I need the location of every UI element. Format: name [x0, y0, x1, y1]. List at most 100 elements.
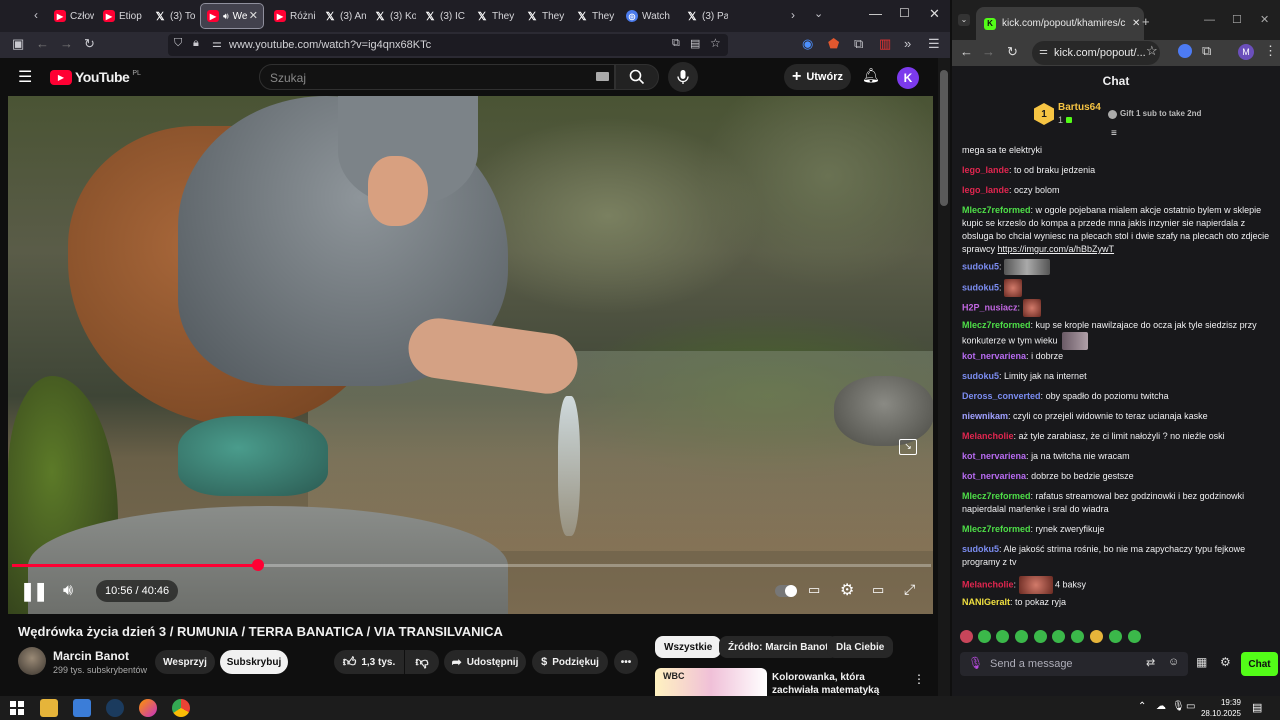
chrome-bookmark-icon[interactable]: ☆ [1146, 43, 1158, 59]
file-explorer-icon[interactable] [40, 699, 58, 717]
quick-emote-icon[interactable] [1034, 630, 1047, 643]
chat-username[interactable]: sudoku5 [962, 282, 999, 292]
create-button[interactable]: + Utwórz [784, 64, 851, 90]
bookmark-icon[interactable]: ☆ [710, 36, 721, 50]
quick-emote-icon[interactable] [978, 630, 991, 643]
tab-scroll-left-icon[interactable]: ‹ [34, 8, 38, 22]
quick-emote-icon[interactable] [1071, 630, 1084, 643]
scrollbar-thumb[interactable] [940, 70, 948, 206]
video-progress-bar[interactable] [12, 559, 931, 571]
account-avatar[interactable]: K [897, 67, 919, 89]
chrome-menu-icon[interactable]: ⋮ [1264, 43, 1277, 59]
chat-username[interactable]: NANIGeralt [962, 597, 1010, 607]
support-button[interactable]: Wesprzyj [155, 650, 215, 674]
chrome-extension-icon[interactable] [1178, 44, 1192, 58]
cloud-icon[interactable]: ☁ [1156, 701, 1166, 712]
extensions-icon[interactable]: ⧉ [854, 36, 863, 52]
chat-username[interactable]: Mlecz7reformed [962, 524, 1031, 534]
permissions-icon[interactable]: ⚌ [212, 37, 222, 50]
translate-icon[interactable]: ⇄ [1146, 656, 1155, 669]
chat-username[interactable]: H2P_nusiacz [962, 302, 1018, 312]
chat-username[interactable]: lego_lande [962, 165, 1009, 175]
more-actions-button[interactable]: ••• [614, 650, 638, 674]
dislike-button[interactable]: 👎︎ [405, 650, 439, 674]
search-input[interactable]: Szukaj [259, 64, 615, 90]
like-button[interactable]: 👍︎ 1,3 tys. [334, 650, 404, 674]
steam-icon[interactable] [106, 699, 124, 717]
channel-avatar[interactable] [18, 647, 46, 675]
kebab-menu-icon[interactable]: ⋮ [913, 672, 925, 686]
settings-gear-icon[interactable]: ⚙ [840, 580, 854, 600]
quick-emote-icon[interactable] [1128, 630, 1141, 643]
chrome-profile-icon[interactable]: M [1238, 44, 1254, 60]
back-icon[interactable]: ← [36, 36, 49, 51]
chat-username[interactable]: niewnikam [962, 411, 1008, 421]
chrome-minimize-icon[interactable]: — [1204, 14, 1215, 26]
tab-scroll-right-icon[interactable]: › [791, 8, 795, 22]
subscribe-button[interactable]: Subskrybuj [220, 650, 288, 674]
quick-emote-icon[interactable] [1015, 630, 1028, 643]
reload-icon[interactable]: ↻ [84, 36, 95, 52]
extension-icon[interactable]: ◉ [802, 36, 813, 52]
pip-icon[interactable]: ⧉ [672, 37, 680, 50]
browser-tab[interactable]: 𝕏 They [470, 4, 518, 28]
close-window-icon[interactable]: ✕ [929, 6, 940, 22]
browser-tab[interactable]: ◎ Watch [620, 4, 678, 28]
recommended-video-title[interactable]: Kolorowanka, która zachwiała matematyką [772, 671, 902, 696]
close-tab-icon[interactable]: ✕ [249, 9, 258, 22]
fullscreen-icon[interactable]: ⤢ [904, 581, 915, 598]
chat-username[interactable]: kot_nervariena [962, 471, 1026, 481]
theater-mode-icon[interactable]: ▭ [872, 582, 884, 598]
keyboard-icon[interactable] [596, 72, 609, 81]
minimize-icon[interactable]: — [869, 6, 882, 21]
close-tab-icon[interactable]: ✕ [1132, 18, 1140, 29]
site-info-icon[interactable]: ⚌ [1039, 46, 1048, 57]
chat-message-list[interactable]: mega sa te elektryki lego_lande: to od br… [952, 136, 1280, 622]
chrome-tab-kick[interactable]: K kick.com/popout/khamires/cha ✕ [976, 7, 1144, 40]
quick-emote-icon[interactable] [960, 630, 973, 643]
pause-icon[interactable]: ❚❚ [20, 581, 48, 602]
browser-tab[interactable]: 𝕏 (3) IC [418, 4, 466, 28]
sidebar-icon[interactable]: ▣ [12, 36, 24, 52]
chat-username[interactable]: Mlecz7reformed [962, 205, 1031, 215]
chat-username[interactable]: kot_nervariena [962, 451, 1026, 461]
chip-source[interactable]: Źródło: Marcin Banot [719, 636, 838, 658]
addon-icon[interactable]: ▥ [879, 36, 891, 52]
chat-username[interactable]: Melancholie [962, 431, 1014, 441]
all-tabs-icon[interactable]: ⌄ [814, 7, 823, 20]
search-button[interactable] [615, 64, 659, 90]
share-button[interactable]: ➦ Udostępnij [444, 650, 526, 674]
url-bar[interactable]: ⛉ 🔒︎ ⚌ www.youtube.com/watch?v=ig4qnx68K… [168, 34, 728, 56]
notifications-bell-icon[interactable]: 🔔︎ [862, 67, 880, 84]
quick-emote-icon[interactable] [1090, 630, 1103, 643]
network-icon[interactable]: ▭ [1186, 701, 1195, 712]
chat-settings-icon[interactable]: ⚙ [1220, 655, 1231, 669]
browser-tab[interactable]: ▶ Różni [268, 4, 316, 28]
voice-search-button[interactable] [668, 62, 698, 92]
pinned-username[interactable]: Bartus64 [1058, 102, 1101, 113]
lock-icon[interactable]: 🔒︎ [193, 37, 199, 50]
chrome-icon[interactable] [172, 699, 190, 717]
youtube-logo[interactable]: ▶ YouTube PL [50, 69, 141, 85]
browser-tab[interactable]: 𝕏 They [520, 4, 568, 28]
forward-icon[interactable]: → [60, 36, 73, 51]
browser-tab[interactable]: 𝕏 (3) Pa [680, 4, 728, 28]
chat-send-button[interactable]: Chat [1241, 652, 1278, 676]
subtitles-icon[interactable]: ▭ [808, 582, 820, 598]
notification-center-icon[interactable]: ▤ [1252, 701, 1262, 714]
start-button[interactable] [10, 701, 24, 715]
chat-username[interactable]: lego_lande [962, 185, 1009, 195]
chat-link[interactable]: https://imgur.com/a/hBbZywT [998, 244, 1115, 254]
chrome-forward-icon[interactable]: → [982, 44, 995, 59]
browser-tab[interactable]: ▶ 🔊︎ We ✕ [200, 3, 264, 29]
chip-for-you[interactable]: Dla Ciebie [827, 636, 894, 658]
chrome-extensions-icon[interactable]: ⧉ [1202, 43, 1211, 59]
tray-chevron-icon[interactable]: ⌃ [1138, 701, 1146, 712]
autoplay-toggle[interactable] [775, 585, 797, 597]
chrome-maximize-icon[interactable]: ☐ [1232, 13, 1242, 26]
chat-username[interactable]: Mlecz7reformed [962, 491, 1031, 501]
menu-icon[interactable]: ☰ [928, 36, 940, 52]
mic-tray-icon[interactable]: 🎙︎ [1172, 701, 1185, 712]
more-tools-icon[interactable]: » [904, 36, 911, 51]
maximize-icon[interactable]: ☐ [899, 6, 910, 20]
